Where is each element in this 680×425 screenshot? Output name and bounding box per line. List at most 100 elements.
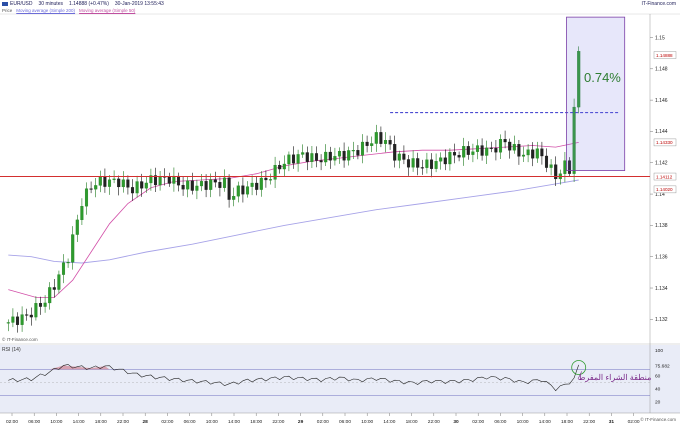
candle-body xyxy=(443,157,447,165)
interval: 30 minutes xyxy=(38,1,63,7)
xtick-label: 06:00 xyxy=(494,419,506,425)
ytick-label: 1.134 xyxy=(655,286,668,292)
candle-body xyxy=(324,151,328,163)
candle-body xyxy=(425,159,429,168)
candle-body xyxy=(75,219,79,235)
candle-body xyxy=(268,179,273,181)
candle-body xyxy=(232,196,236,200)
candle-body xyxy=(370,143,374,146)
candle-body xyxy=(416,158,420,168)
candle-body xyxy=(264,177,268,181)
candle-body xyxy=(222,177,227,188)
candle-body xyxy=(25,314,29,316)
candle-body xyxy=(112,178,116,180)
candle-body xyxy=(475,145,480,152)
candle-body xyxy=(135,181,139,194)
candle-body xyxy=(347,150,351,161)
xtick-label: 14:00 xyxy=(73,419,85,425)
candle-body xyxy=(158,176,162,186)
candle-body xyxy=(172,175,176,184)
candle-body xyxy=(199,181,204,187)
xtick-label: 06:00 xyxy=(184,419,196,425)
xtick-label: 18:00 xyxy=(561,419,573,425)
candle-body xyxy=(531,149,535,159)
xtick-label: 10:00 xyxy=(206,419,218,425)
candle-body xyxy=(20,314,24,325)
last-price: 1.14888 (+0.47%) xyxy=(68,1,109,7)
candle-body xyxy=(388,140,392,145)
candle-body xyxy=(411,158,415,168)
datetime: 30-Jan-2019 13:55:43 xyxy=(114,1,164,7)
xtick-label: 29 xyxy=(298,419,304,425)
candle-body xyxy=(480,145,484,156)
xtick-label: 10:00 xyxy=(361,419,373,425)
candle-body xyxy=(89,188,93,190)
candle-body xyxy=(126,179,130,188)
candle-body xyxy=(448,152,452,165)
rsi-ytick-label: 60 xyxy=(655,374,661,380)
indicator-legend: Price Moving average (Simple 200) Moving… xyxy=(2,8,135,13)
candle-body xyxy=(457,155,461,158)
candle-body xyxy=(517,144,521,157)
candle-body xyxy=(328,151,332,161)
candle-body xyxy=(282,163,286,170)
candle-body xyxy=(540,148,544,157)
candle-body xyxy=(374,132,378,144)
price-legend: Price xyxy=(2,8,13,13)
ma50-legend[interactable]: Moving average (Simple 50) xyxy=(79,8,135,13)
candle-body xyxy=(241,185,245,195)
rsi-ytick-label: 20 xyxy=(655,400,661,406)
candle-body xyxy=(563,160,567,174)
eu-flag-icon xyxy=(2,1,8,6)
candle-body xyxy=(549,164,553,168)
price-tag-label: 1.14112 xyxy=(656,174,673,179)
candle-body xyxy=(521,154,526,157)
candle-body xyxy=(259,177,263,190)
candle-body xyxy=(319,160,323,163)
chart-header: EUR/USD 30 minutes 1.14888 (+0.47%) 30-J… xyxy=(2,1,164,7)
candle-body xyxy=(379,132,383,144)
candle-body xyxy=(130,187,135,194)
candle-body xyxy=(195,185,199,191)
rsi-ytick-label: 100 xyxy=(655,348,663,354)
candle-body xyxy=(140,181,144,189)
candle-body xyxy=(144,182,148,189)
symbol: EUR/USD xyxy=(10,1,33,7)
xtick-label: 14:00 xyxy=(228,419,240,425)
percent-box xyxy=(566,16,626,171)
xtick-label: 31 xyxy=(609,419,615,425)
xtick-label: 28 xyxy=(143,419,149,425)
candle-body xyxy=(383,140,388,144)
candle-body xyxy=(61,262,66,275)
candle-body xyxy=(181,184,185,190)
candle-body xyxy=(494,147,498,153)
price-tag-label: 1.14888 xyxy=(656,53,673,58)
candle-body xyxy=(57,274,61,290)
candle-body xyxy=(250,182,254,187)
candle-body xyxy=(296,154,300,164)
candle-body xyxy=(71,234,75,263)
candle-body xyxy=(485,147,489,156)
candle-body xyxy=(287,154,291,165)
candle-body xyxy=(204,181,208,190)
candle-body xyxy=(393,144,397,161)
ytick-label: 1.146 xyxy=(655,98,668,104)
overbought-label: منطقة الشراء المفرط xyxy=(578,373,652,382)
candle-body xyxy=(314,153,319,161)
candle-body xyxy=(117,178,121,188)
candle-body xyxy=(278,164,282,170)
candle-body xyxy=(351,150,355,152)
rsi-ytick-label: 40 xyxy=(655,387,661,393)
candle-body xyxy=(66,262,70,264)
candle-body xyxy=(503,139,507,143)
xtick-label: 06:00 xyxy=(28,419,40,425)
watermark-bottom: © IT-Finance.com xyxy=(640,417,676,422)
ytick-label: 1.136 xyxy=(655,255,668,261)
price-tag-label: 1.14020 xyxy=(656,187,673,192)
candle-body xyxy=(305,152,309,162)
candle-body xyxy=(342,150,346,161)
ma200-legend[interactable]: Moving average (Simple 200) xyxy=(16,8,75,13)
candle-body xyxy=(498,139,503,153)
brand-label: IT-Finance.com xyxy=(641,1,676,7)
candle-body xyxy=(227,177,231,200)
